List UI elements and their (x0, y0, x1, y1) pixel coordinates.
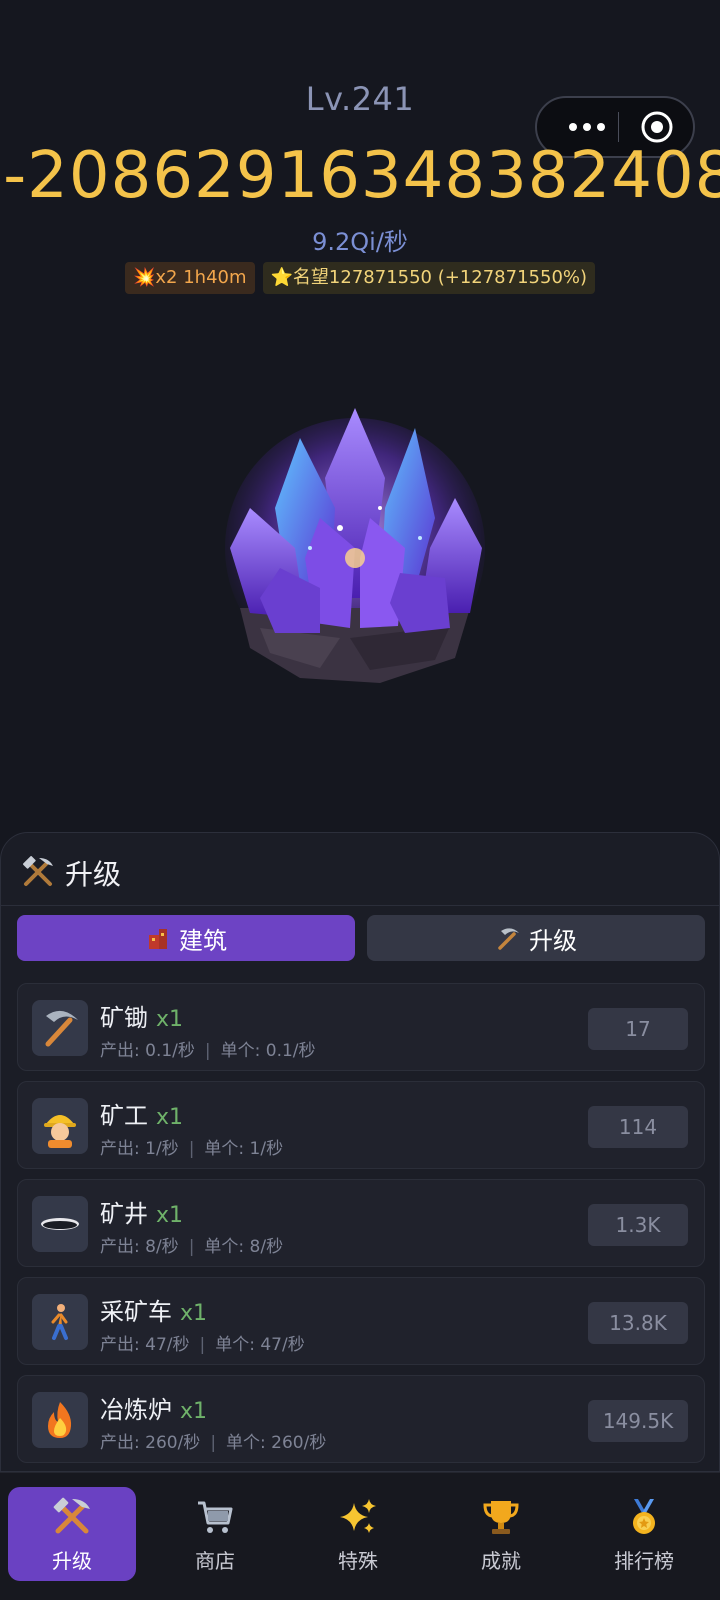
item-name-row: 矿工 x1 (100, 1096, 183, 1131)
nav-item-shop[interactable]: 商店 (151, 1487, 279, 1581)
crystal-cluster-image[interactable] (220, 398, 490, 698)
item-stats: 产出: 1/秒 | 单个: 1/秒 (100, 1139, 284, 1159)
nav-item-achievements[interactable]: 成就 (437, 1487, 565, 1581)
hammer-pick-icon (23, 856, 53, 886)
item-unit-output: 单个: 1/秒 (204, 1139, 284, 1159)
item-stats: 产出: 260/秒 | 单个: 260/秒 (100, 1433, 327, 1453)
walking-person-icon (51, 1304, 68, 1340)
tab-buildings[interactable]: 建筑 (17, 915, 355, 961)
item-output: 产出: 47/秒 (100, 1335, 190, 1355)
item-stats: 产出: 8/秒 | 单个: 8/秒 (100, 1237, 284, 1257)
buy-button[interactable]: 17 (588, 1008, 688, 1050)
buy-button[interactable]: 149.5K (588, 1400, 688, 1442)
nav-item-leaderboard[interactable]: 排行榜 (580, 1487, 708, 1581)
item-output: 产出: 1/秒 (100, 1139, 179, 1159)
top-area: Lv.241 0 -208629163483824088 9.2Qi/秒 💥x2… (0, 0, 720, 820)
building-icon (149, 929, 167, 949)
item-count: x1 (156, 1105, 184, 1130)
item-output: 产出: 0.1/秒 (100, 1041, 195, 1061)
bottom-nav: 升级 商店 特殊 成就 排行榜 (0, 1472, 720, 1600)
panel-tabs: 建筑 升级 (17, 915, 705, 961)
pickaxe-icon (498, 928, 519, 950)
hammer-pick-icon (53, 1497, 90, 1534)
item-unit-output: 单个: 47/秒 (215, 1335, 305, 1355)
nav-item-upgrade[interactable]: 升级 (8, 1487, 136, 1581)
item-name-row: 矿井 x1 (100, 1194, 183, 1229)
item-count: x1 (156, 1203, 184, 1228)
item-name: 矿井 (100, 1200, 148, 1228)
tab-buildings-label: 建筑 (179, 926, 227, 955)
buy-button[interactable]: 1.3K (588, 1204, 688, 1246)
buy-button[interactable]: 114 (588, 1106, 688, 1148)
production-rate: 9.2Qi/秒 (312, 228, 408, 256)
sparkles-icon (340, 1499, 376, 1533)
item-count: x1 (180, 1301, 208, 1326)
item-icon-box (32, 1392, 88, 1448)
list-item[interactable]: 矿井 x1 产出: 8/秒 | 单个: 8/秒 1.3K (17, 1179, 705, 1267)
miner-icon (44, 1115, 76, 1148)
upgrade-panel: 升级 建筑 升级 矿锄 x1 产出: 0.1/秒 | 单个: 0.1/秒 17 … (0, 832, 720, 1472)
fame-badge: ⭐名望127871550 (+127871550%) (262, 262, 596, 294)
item-unit-output: 单个: 8/秒 (204, 1237, 284, 1257)
currency-value: 0 -208629163483824088 (0, 139, 720, 213)
buy-button[interactable]: 13.8K (588, 1302, 688, 1344)
mine-hole-icon (41, 1218, 79, 1230)
item-icon-box (32, 1098, 88, 1154)
item-unit-output: 单个: 260/秒 (226, 1433, 327, 1453)
list-item[interactable]: 矿锄 x1 产出: 0.1/秒 | 单个: 0.1/秒 17 (17, 983, 705, 1071)
tab-upgrades[interactable]: 升级 (367, 915, 705, 961)
item-name-row: 矿锄 x1 (100, 998, 183, 1033)
tab-upgrades-label: 升级 (529, 926, 577, 955)
pickaxe-icon (45, 1010, 78, 1047)
panel-header: 升级 (21, 851, 121, 895)
trophy-icon (483, 1501, 519, 1534)
item-name: 矿锄 (100, 1004, 148, 1032)
status-badges: 💥x2 1h40m ⭐名望127871550 (+127871550%) (0, 262, 720, 294)
item-unit-output: 单个: 0.1/秒 (220, 1041, 316, 1061)
medal-icon (633, 1499, 655, 1534)
item-stats: 产出: 47/秒 | 单个: 47/秒 (100, 1335, 305, 1355)
item-output: 产出: 260/秒 (100, 1433, 201, 1453)
list-item[interactable]: 冶炼炉 x1 产出: 260/秒 | 单个: 260/秒 149.5K (17, 1375, 705, 1463)
list-item[interactable]: 矿工 x1 产出: 1/秒 | 单个: 1/秒 114 (17, 1081, 705, 1169)
item-name-row: 采矿车 x1 (100, 1292, 207, 1327)
item-icon-box (32, 1000, 88, 1056)
nav-label: 商店 (195, 1549, 235, 1573)
item-name: 采矿车 (100, 1298, 172, 1326)
item-icon-box (32, 1294, 88, 1350)
cart-icon (198, 1501, 233, 1533)
panel-title: 升级 (65, 858, 122, 891)
item-count: x1 (180, 1399, 208, 1424)
item-icon-box (32, 1196, 88, 1252)
item-name-row: 冶炼炉 x1 (100, 1390, 207, 1425)
currency-total: 0 -208629163483824088 (0, 136, 720, 216)
boost-badge: 💥x2 1h40m (124, 262, 255, 294)
panel-divider (1, 905, 719, 906)
item-stats: 产出: 0.1/秒 | 单个: 0.1/秒 (100, 1041, 316, 1061)
item-output: 产出: 8/秒 (100, 1237, 179, 1257)
nav-label: 成就 (481, 1549, 521, 1573)
item-name: 冶炼炉 (100, 1396, 172, 1424)
item-name: 矿工 (100, 1102, 148, 1130)
item-count: x1 (156, 1007, 184, 1032)
list-item[interactable]: 采矿车 x1 产出: 47/秒 | 单个: 47/秒 13.8K (17, 1277, 705, 1365)
nav-item-special[interactable]: 特殊 (294, 1487, 422, 1581)
fire-icon (48, 1402, 72, 1438)
nav-label: 升级 (52, 1549, 92, 1573)
nav-label: 排行榜 (614, 1549, 674, 1573)
nav-label: 特殊 (338, 1549, 378, 1573)
